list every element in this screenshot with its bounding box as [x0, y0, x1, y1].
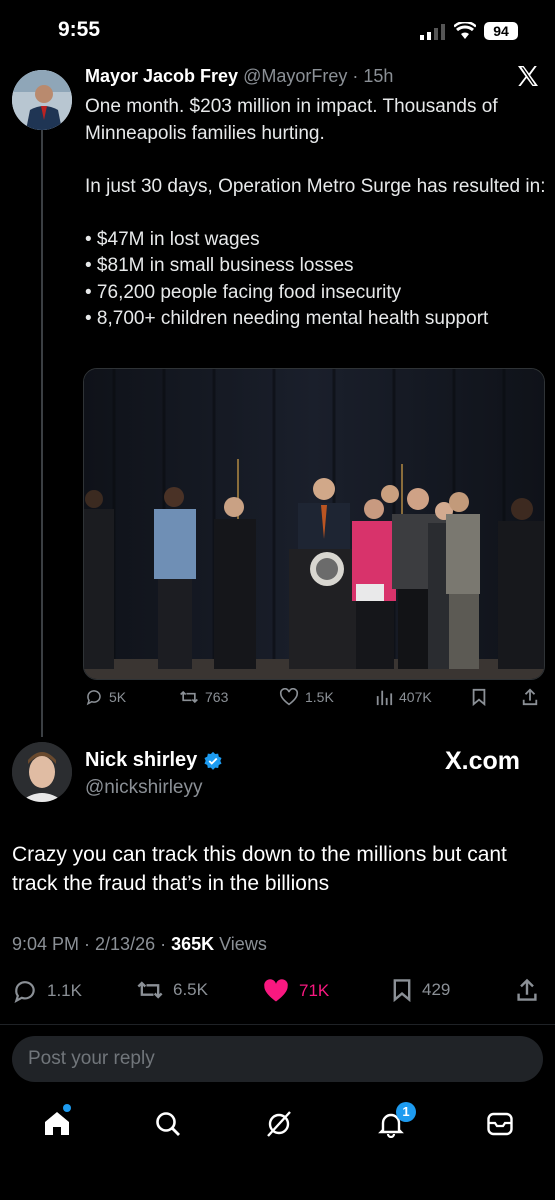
author-name[interactable]: Mayor Jacob Frey: [85, 66, 238, 86]
author-name[interactable]: Nick shirley: [85, 749, 197, 772]
share-icon[interactable]: [515, 978, 539, 1002]
text-line: One month. $203 million in impact. Thous…: [85, 96, 498, 144]
thread-connector-line: [41, 112, 43, 737]
views-count: 407K: [399, 689, 432, 705]
reply-count: 5K: [109, 689, 127, 705]
reply-count: 1.1K: [47, 981, 82, 1000]
heart-filled-icon: [262, 978, 290, 1004]
views-icon: [375, 688, 393, 706]
bookmark-icon[interactable]: [471, 688, 487, 706]
views-label: Views: [214, 934, 267, 954]
tweet-text: Crazy you can track this down to the mil…: [12, 843, 507, 895]
bullet-line: • 76,200 people facing food insecurity: [85, 281, 402, 303]
dot-separator: ·: [352, 66, 359, 86]
bookmark-count: 429: [422, 980, 451, 999]
repost-count: 763: [205, 689, 229, 705]
share-icon[interactable]: [521, 688, 539, 706]
quoted-tweet-actions: 5K 763 1.5K 407K: [83, 688, 543, 712]
post-age: 15h: [363, 66, 394, 86]
tweet-actions: 1.1K 6.5K 71K 429: [12, 978, 543, 1004]
like-action[interactable]: 71K: [262, 978, 329, 1004]
reply-action[interactable]: 5K: [85, 688, 126, 706]
repost-count: 6.5K: [173, 980, 208, 999]
reply-icon: [12, 978, 38, 1004]
notifications-badge: 1: [396, 1102, 416, 1122]
repost-icon: [136, 978, 164, 1002]
avatar-mayor-frey[interactable]: [12, 70, 72, 130]
tweet-meta: 9:04 PM · 2/13/26 · 365K Views: [12, 934, 267, 955]
text-line: In just 30 days, Operation Metro Surge h…: [85, 175, 546, 197]
author-handle[interactable]: @MayorFrey: [243, 66, 347, 86]
bottom-nav: 1: [0, 1097, 555, 1157]
bullet-line: • $47M in lost wages: [85, 228, 260, 250]
x-logo-icon[interactable]: [516, 64, 540, 88]
search-icon[interactable]: [154, 1110, 182, 1138]
bullet-line: • 8,700+ children needing mental health …: [85, 308, 489, 329]
reply-input[interactable]: Post your reply: [12, 1036, 543, 1082]
post-timestamp: 9:04 PM · 2/13/26 ·: [12, 934, 172, 954]
reply-icon: [85, 688, 103, 706]
status-time: 9:55: [58, 18, 101, 41]
repost-icon: [179, 688, 199, 706]
views-action[interactable]: 407K: [375, 688, 432, 706]
like-count: 71K: [299, 981, 330, 1000]
repost-action[interactable]: 763: [179, 688, 228, 706]
bookmark-icon: [391, 978, 413, 1002]
quoted-tweet-header: Mayor Jacob Frey @MayorFrey · 15h: [85, 66, 393, 87]
tweet-author-row: Nick shirley: [85, 749, 223, 772]
divider: [0, 1024, 555, 1025]
bullet-line: • $81M in small business losses: [85, 255, 354, 276]
cellular-signal-icon: [420, 24, 446, 40]
messages-icon[interactable]: [486, 1111, 514, 1137]
battery-indicator: 94: [484, 22, 518, 40]
press-conference-photo[interactable]: [83, 368, 545, 680]
avatar-nick-shirley[interactable]: [12, 742, 72, 802]
views-count: 365K: [171, 934, 215, 954]
x-com-watermark: X.com: [445, 747, 521, 775]
grok-icon[interactable]: [265, 1110, 293, 1138]
repost-action[interactable]: 6.5K: [136, 978, 208, 1002]
heart-icon: [279, 688, 299, 706]
quoted-tweet-text: One month. $203 million in impact. Thous…: [85, 94, 550, 333]
home-new-dot: [63, 1104, 71, 1112]
reply-action[interactable]: 1.1K: [12, 978, 82, 1004]
author-handle[interactable]: @nickshirleyy: [85, 777, 202, 799]
verified-badge-icon: [203, 751, 223, 771]
home-icon[interactable]: [43, 1110, 71, 1136]
like-action[interactable]: 1.5K: [279, 688, 334, 706]
wifi-icon: [454, 22, 476, 40]
bookmark-action[interactable]: 429: [391, 978, 450, 1002]
like-count: 1.5K: [305, 689, 334, 705]
